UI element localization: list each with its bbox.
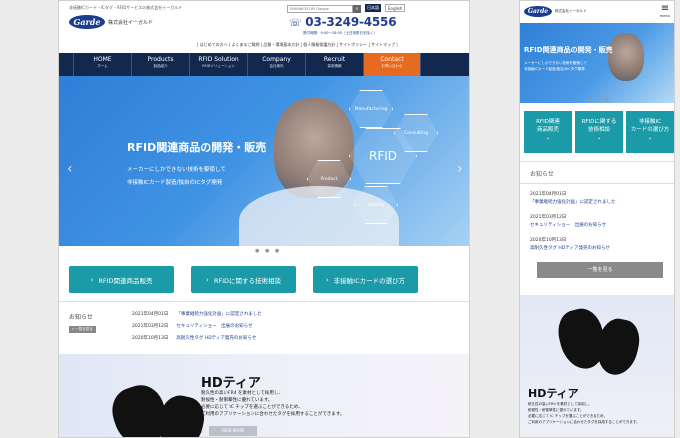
news-date: 2021年04月01日 bbox=[530, 192, 567, 197]
divider bbox=[59, 301, 469, 302]
hamburger-icon: ≡ bbox=[660, 3, 670, 14]
view-more-button[interactable]: VIEW MORE bbox=[209, 426, 257, 436]
phone-icon: ☏ bbox=[289, 18, 302, 29]
news-item[interactable]: 2020年10月13日 高耐久性タグ HDティア発売のお知らせ bbox=[132, 335, 256, 341]
hero-title: RFID関連商品の開発・販売 bbox=[524, 46, 613, 54]
chevron-down-icon: ⌄ bbox=[596, 135, 602, 141]
logo-mark: Garde bbox=[69, 15, 105, 29]
cta-rfid-consulting[interactable]: RFIDに関する 技術相談 ⌄ bbox=[575, 111, 623, 153]
hero-sub-2: 非接触ICカード製造/独自のICタグ開発 bbox=[524, 67, 585, 71]
chevron-right-icon: › bbox=[325, 275, 329, 284]
hero-prev-arrow-icon[interactable]: ‹ bbox=[67, 161, 73, 177]
news-date: 2021年03月12日 bbox=[530, 215, 567, 220]
feature-line: 耐久性の高いFR4 を素材として採用し、 bbox=[201, 391, 283, 396]
feature-title: HDティア bbox=[528, 387, 579, 400]
feature-line: 耐候性・耐衝撃性に優れています。 bbox=[201, 398, 273, 403]
news-item[interactable]: 2021年03月12日 セキュリティショー 出展のお知らせ bbox=[132, 323, 253, 329]
chevron-down-icon: ⌄ bbox=[545, 135, 551, 141]
cta-rfid-products[interactable]: RFID関連 商品販売 ⌄ bbox=[524, 111, 572, 153]
divider bbox=[520, 183, 674, 184]
chevron-right-icon: › bbox=[206, 275, 209, 284]
hero-sub-1: メーカーにしかできない技術を駆使して bbox=[524, 61, 587, 65]
utility-links[interactable]: | はじめての方へ | よくあるご質問 | 品質・環境基本方針 | 個人情報保護… bbox=[197, 42, 398, 48]
feature-line: ご利用のアプリケーションに合わせたタグを採用することができます。 bbox=[528, 420, 640, 424]
hero-slider: Manufacturing Consulting RFID Product Qu… bbox=[59, 76, 469, 246]
logo-company-name: 株式会社イーガルド bbox=[555, 9, 587, 13]
hd-tag-image bbox=[153, 392, 209, 437]
global-nav: HOME ホーム Products 製品紹介 RFID Solution RFIDソリ… bbox=[59, 53, 469, 76]
news-date: 2020年10月13日 bbox=[530, 238, 567, 243]
nav-recruit[interactable]: Recruit 採用情報 bbox=[305, 53, 363, 76]
logo-company-name: 株式会社イーガルド bbox=[108, 19, 154, 26]
mobile-cta-row: RFID関連 商品販売 ⌄ RFIDに関する 技術相談 ⌄ 非接触IC カードの選び方 ⌄ bbox=[524, 111, 674, 153]
hero-pagination-dots[interactable]: ● ● ● bbox=[255, 248, 281, 254]
search-icon[interactable]: ⌕ bbox=[353, 5, 361, 13]
news-title[interactable]: セキュリティショー 出展のお知らせ bbox=[530, 222, 606, 228]
hero-title: RFID関連商品の開発・販売 bbox=[127, 141, 267, 154]
mobile-header: Garde 株式会社イーガルド ≡ menu bbox=[520, 1, 674, 23]
hex-manufacturing: Manufacturing bbox=[349, 90, 393, 128]
menu-button[interactable]: ≡ menu bbox=[660, 3, 670, 19]
nav-contact[interactable]: Contact お問い合わせ bbox=[363, 53, 421, 76]
site-logo[interactable]: Garde 株式会社イーガルド bbox=[69, 15, 153, 29]
divider bbox=[520, 161, 674, 162]
nav-company[interactable]: Company 会社案内 bbox=[247, 53, 305, 76]
site-logo[interactable]: Garde 株式会社イーガルド bbox=[524, 6, 587, 17]
hero-pagination-dots[interactable]: ● ● ● bbox=[588, 97, 611, 102]
nav-home[interactable]: HOME ホーム bbox=[73, 53, 131, 76]
desktop-screenshot: 非接触ICカード・ICタグ・RFIDサービスの株式会社イーガルド Garde 株… bbox=[58, 0, 470, 438]
phone-hours: 受付時間：9:00〜18:00（土日祝祭日を除く） bbox=[303, 31, 377, 35]
feature-line: ご利用のアプリケーションに合わせたタグを採用することができます。 bbox=[201, 412, 345, 417]
hero-next-arrow-icon[interactable]: › bbox=[457, 161, 463, 177]
news-heading: お知らせ bbox=[530, 171, 554, 178]
news-list-button[interactable]: 一覧を見る bbox=[537, 262, 663, 278]
lang-english-button[interactable]: English bbox=[385, 4, 406, 12]
hero-sub-1: メーカーにしかできない技術を駆使して bbox=[127, 167, 226, 173]
logo-mark: Garde bbox=[524, 6, 552, 17]
hero-person-image bbox=[608, 33, 644, 81]
feature-line: 必要に応じて IC チップを選ぶことができるため、 bbox=[201, 405, 303, 410]
phone-number: ☏ 03-3249-4556 bbox=[289, 15, 397, 29]
hero-sub-2: 非接触ICカード製造/独自のICタグ開発 bbox=[127, 180, 223, 186]
news-item[interactable]: 2021年04月01日 「事業継続力強化計画」に認定されました bbox=[132, 311, 262, 317]
search-input[interactable]: ENHANCED BY Google bbox=[287, 5, 353, 13]
news-list-button[interactable]: » 一覧を見る bbox=[69, 326, 96, 333]
cta-rfid-products[interactable]: › RFID関連商品販売 bbox=[69, 266, 174, 293]
lang-japanese-button[interactable]: 日本語 bbox=[365, 4, 381, 12]
news-heading: お知らせ bbox=[69, 314, 93, 321]
mobile-screenshot: Garde 株式会社イーガルド ≡ menu RFID関連商品の開発・販売 メー… bbox=[519, 0, 675, 438]
site-tagline: 非接触ICカード・ICタグ・RFIDサービスの株式会社イーガルド bbox=[69, 5, 183, 10]
cta-card-guide[interactable]: 非接触IC カードの選び方 ⌄ bbox=[626, 111, 674, 153]
cta-card-guide[interactable]: › 非接触ICカードの選び方 bbox=[313, 266, 418, 293]
chevron-down-icon: ⌄ bbox=[647, 135, 653, 141]
nav-rfid-solution[interactable]: RFID Solution RFIDソリューション bbox=[189, 53, 247, 76]
cta-row: › RFID関連商品販売 › RFIDに関する技術相談 › 非接触ICカードの選び方 bbox=[69, 266, 418, 293]
news-title[interactable]: 高耐久性タグ HDティア発売のお知らせ bbox=[530, 245, 610, 251]
nav-products[interactable]: Products 製品紹介 bbox=[131, 53, 189, 76]
news-title[interactable]: 「事業継続力強化計画」に認定されました bbox=[530, 199, 616, 205]
feature-title: HDティア bbox=[201, 376, 261, 391]
cta-rfid-consulting[interactable]: › RFIDに関する技術相談 bbox=[191, 266, 296, 293]
chevron-right-icon: › bbox=[90, 275, 94, 284]
